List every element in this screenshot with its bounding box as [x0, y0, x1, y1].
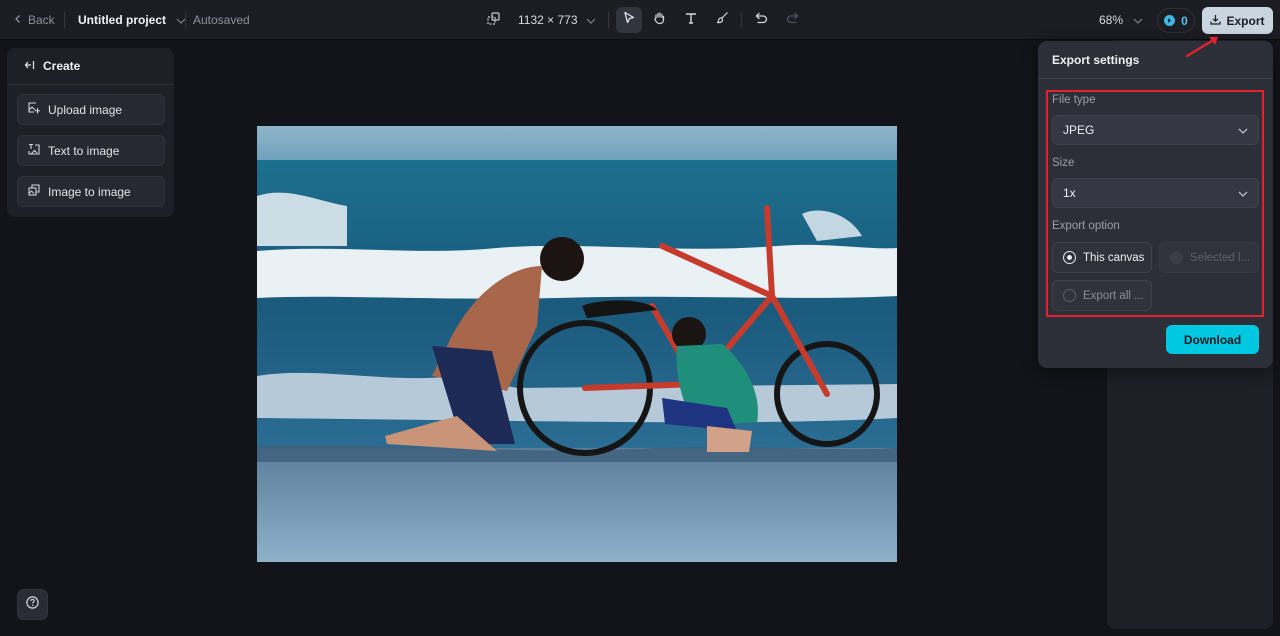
hand-icon	[653, 11, 666, 30]
radio-disabled-icon	[1170, 251, 1183, 264]
divider	[64, 12, 65, 28]
create-panel-title: Create	[43, 59, 81, 73]
brush-tool-button[interactable]	[709, 7, 735, 33]
select-tool-button[interactable]	[616, 7, 642, 33]
download-icon	[1210, 14, 1222, 28]
size-label: Size	[1052, 157, 1075, 169]
chevron-down-icon	[586, 13, 596, 27]
chevron-left-icon	[14, 13, 22, 27]
back-label: Back	[28, 13, 55, 27]
zoom-dropdown[interactable]: 68%	[1099, 0, 1143, 40]
project-name: Untitled project	[78, 13, 167, 27]
save-status: Autosaved	[193, 13, 250, 27]
zoom-level: 68%	[1099, 13, 1124, 27]
undo-icon	[755, 11, 768, 29]
download-button[interactable]: Download	[1166, 325, 1259, 354]
file-type-value: JPEG	[1063, 123, 1095, 137]
canvas-size: 1132 × 773	[518, 13, 578, 27]
radio-checked-icon	[1063, 251, 1076, 264]
image-to-image-icon	[28, 184, 40, 199]
size-select[interactable]: 1x	[1052, 178, 1259, 208]
option-label: Export all ...	[1083, 289, 1144, 302]
chevron-down-icon	[1133, 13, 1143, 27]
collapse-left-icon[interactable]	[24, 59, 35, 73]
upload-image-button[interactable]: Upload image	[17, 94, 165, 125]
brush-icon	[716, 11, 729, 29]
credits-icon	[1164, 15, 1176, 26]
photo-man-head	[540, 237, 584, 281]
size-value: 1x	[1063, 186, 1076, 200]
option-export-all[interactable]: Export all ...	[1052, 280, 1152, 311]
create-item-label: Text to image	[48, 143, 120, 158]
hand-tool-button[interactable]	[646, 7, 672, 33]
annotation-arrow-icon	[1185, 37, 1218, 58]
text-tool-button[interactable]	[678, 7, 704, 33]
credits-badge[interactable]: 0	[1157, 8, 1195, 33]
resize-canvas-button[interactable]	[487, 0, 500, 40]
text-to-image-icon	[28, 143, 40, 158]
redo-button[interactable]	[779, 7, 805, 33]
create-panel: Create Upload image Text to image Image …	[7, 48, 174, 217]
undo-button[interactable]	[748, 7, 774, 33]
back-button[interactable]: Back	[14, 0, 55, 40]
create-panel-header[interactable]: Create	[7, 48, 174, 85]
option-label: This canvas	[1083, 251, 1145, 264]
photo-sky	[257, 126, 897, 162]
divider	[608, 12, 609, 28]
radio-unchecked-icon	[1063, 289, 1076, 302]
export-label: Export	[1226, 13, 1265, 28]
option-label: Selected l...	[1190, 251, 1251, 264]
export-button[interactable]: Export	[1202, 7, 1273, 34]
canvas-image[interactable]	[257, 126, 897, 562]
redo-icon	[786, 11, 799, 29]
project-name-dropdown[interactable]: Untitled project	[78, 0, 186, 40]
option-selected-layers[interactable]: Selected l...	[1159, 242, 1259, 273]
chevron-down-icon	[1238, 123, 1248, 137]
upload-image-icon	[28, 102, 40, 117]
image-to-image-button[interactable]: Image to image	[17, 176, 165, 207]
top-bar: Back Untitled project Autosaved 1132 × 7…	[0, 0, 1280, 40]
photo-wet-sand	[257, 448, 897, 562]
credits-count: 0	[1181, 13, 1188, 28]
text-icon	[685, 11, 697, 29]
cursor-arrow-icon	[623, 11, 635, 29]
create-item-label: Upload image	[48, 102, 123, 117]
help-button[interactable]	[17, 589, 48, 620]
option-this-canvas[interactable]: This canvas	[1052, 242, 1152, 273]
chevron-down-icon	[1238, 186, 1248, 200]
resize-icon	[487, 12, 500, 28]
canvas-size-dropdown[interactable]: 1132 × 773	[518, 0, 596, 40]
help-icon	[26, 595, 39, 614]
export-settings-title: Export settings	[1038, 41, 1273, 79]
text-to-image-button[interactable]: Text to image	[17, 135, 165, 166]
export-settings-popover: Export settings File type JPEG Size 1x E…	[1038, 41, 1273, 368]
divider	[185, 12, 186, 28]
create-item-label: Image to image	[48, 184, 131, 199]
export-option-label: Export option	[1052, 220, 1120, 232]
file-type-label: File type	[1052, 94, 1096, 106]
divider	[741, 12, 742, 28]
file-type-select[interactable]: JPEG	[1052, 115, 1259, 145]
